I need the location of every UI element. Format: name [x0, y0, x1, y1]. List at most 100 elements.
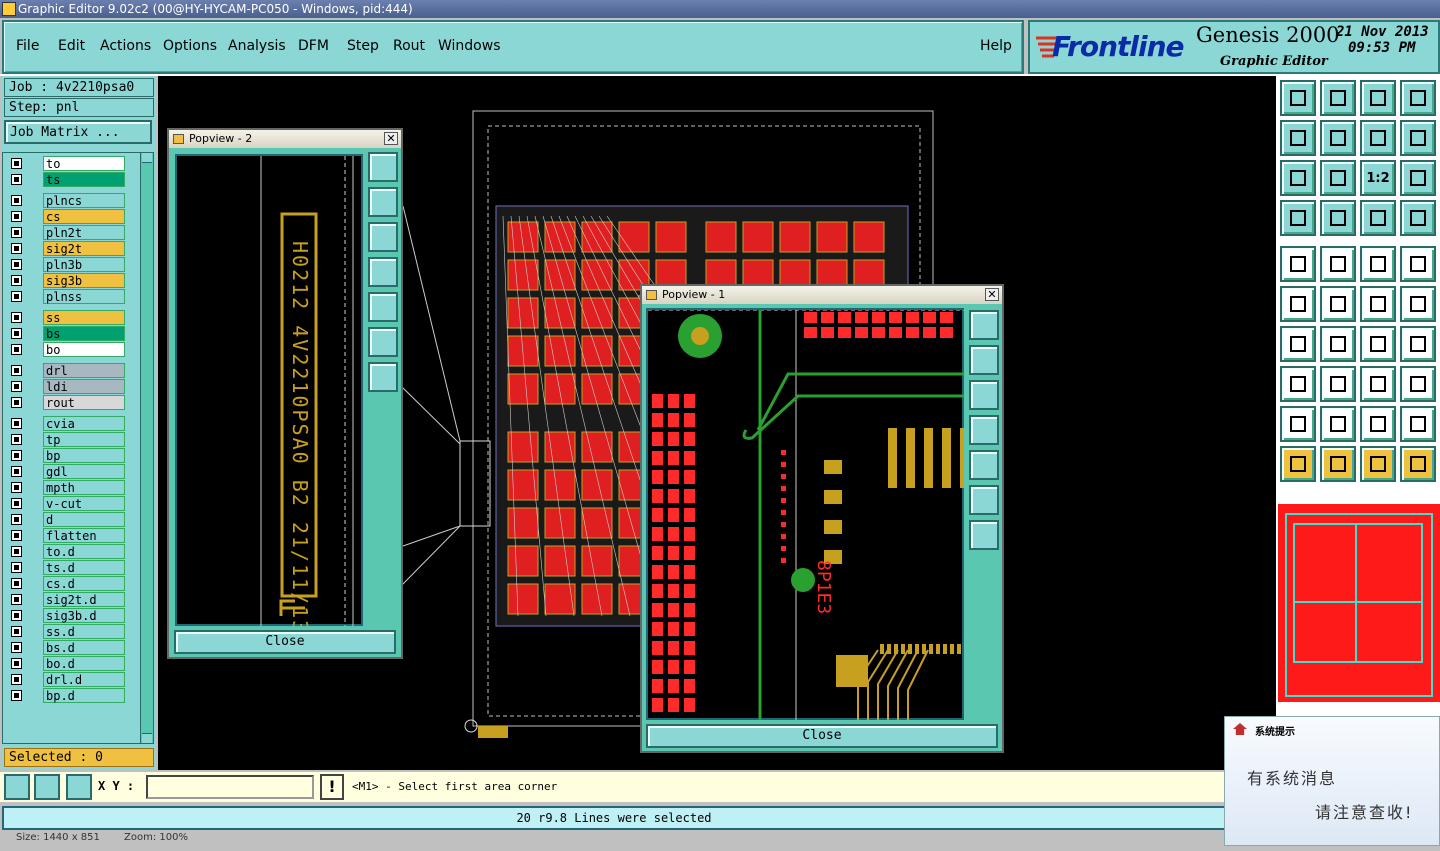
zoom-out-icon[interactable] [368, 362, 398, 392]
route-icon[interactable] [1400, 446, 1436, 482]
layer-checkbox[interactable] [11, 243, 22, 254]
snap-icon[interactable] [4, 774, 30, 800]
menu-options[interactable]: Options [163, 38, 217, 54]
help-icon[interactable] [1400, 160, 1436, 196]
layer-checkbox[interactable] [11, 195, 22, 206]
layer-name[interactable]: bo [43, 342, 125, 357]
pan-right-icon[interactable] [969, 450, 999, 480]
layer-checkbox[interactable] [11, 578, 22, 589]
load-layer-icon[interactable] [1320, 80, 1356, 116]
layer-row-bp[interactable]: bp [9, 448, 127, 463]
settings-icon[interactable] [1280, 200, 1316, 236]
pointer-icon[interactable] [1280, 446, 1316, 482]
layer-name[interactable]: plnss [43, 289, 125, 304]
pan-left-icon[interactable] [368, 257, 398, 287]
layer-row-cs[interactable]: cs [9, 209, 127, 224]
pad-icon[interactable] [1280, 246, 1316, 282]
layer-row-plnss[interactable]: plnss [9, 289, 127, 304]
arch-icon[interactable] [1360, 406, 1396, 442]
layer-name[interactable]: ss.d [43, 624, 125, 639]
layer-checkbox[interactable] [11, 328, 22, 339]
layer-name[interactable]: sig2t [43, 241, 125, 256]
layer-name[interactable]: ss [43, 310, 125, 325]
layer-checkbox[interactable] [11, 227, 22, 238]
pan-down-icon[interactable] [368, 222, 398, 252]
cross-icon[interactable] [1320, 286, 1356, 322]
job-matrix-button[interactable]: Job Matrix ... [4, 120, 152, 144]
layer-name[interactable]: sig3b.d [43, 608, 125, 623]
pan-left-icon[interactable] [1280, 120, 1316, 156]
layer-name[interactable]: cs.d [43, 576, 125, 591]
popview-2-view[interactable]: H0212 4V2210PSA0 B2 21/11/13 22:52 [175, 154, 363, 718]
save-layer-icon[interactable] [1280, 80, 1316, 116]
layer-checkbox[interactable] [11, 418, 22, 429]
layer-name[interactable]: cvia [43, 416, 125, 431]
grid-icon[interactable] [1320, 200, 1356, 236]
pan-left-icon[interactable] [969, 415, 999, 445]
layer-edit-icon[interactable] [1400, 200, 1436, 236]
layer-checkbox[interactable] [11, 642, 22, 653]
layer-name[interactable]: drl [43, 363, 125, 378]
layer-row-ts[interactable]: ts [9, 172, 127, 187]
layer-name[interactable]: plncs [43, 193, 125, 208]
close-icon[interactable]: ✕ [985, 288, 999, 301]
layer-row-ss[interactable]: ss [9, 310, 127, 325]
layer-name[interactable]: v-cut [43, 496, 125, 511]
pan-down-icon[interactable] [969, 380, 999, 410]
layer-name[interactable]: bo.d [43, 656, 125, 671]
layer-name[interactable]: bs.d [43, 640, 125, 655]
layer-checkbox[interactable] [11, 674, 22, 685]
layer-checkbox[interactable] [11, 291, 22, 302]
menu-step[interactable]: Step [347, 38, 379, 54]
menu-file[interactable]: File [16, 38, 39, 54]
zoom-home-icon[interactable] [368, 152, 398, 182]
zoom-in-icon[interactable] [969, 485, 999, 515]
layer-row-ldi[interactable]: ldi [9, 379, 127, 394]
shapes-icon[interactable] [1400, 366, 1436, 402]
layer-row-sig2t[interactable]: sig2t [9, 241, 127, 256]
menu-edit[interactable]: Edit [58, 38, 85, 54]
popview-1-titlebar[interactable]: Popview - 1 ✕ [642, 286, 1002, 304]
snap-icon[interactable] [1360, 286, 1396, 322]
layer-checkbox[interactable] [11, 658, 22, 669]
layer-name[interactable]: d [43, 512, 125, 527]
layer-row-sig3b[interactable]: sig3b [9, 273, 127, 288]
layer-row-pln3b[interactable]: pln3b [9, 257, 127, 272]
layer-checkbox[interactable] [11, 594, 22, 605]
layer-checkbox[interactable] [11, 397, 22, 408]
layer-checkbox[interactable] [11, 482, 22, 493]
connect-icon[interactable] [1280, 286, 1316, 322]
layer-checkbox[interactable] [11, 259, 22, 270]
layer-name[interactable]: tp [43, 432, 125, 447]
layer-checkbox[interactable] [11, 450, 22, 461]
layer-row-ts.d[interactable]: ts.d [9, 560, 127, 575]
popview-2-window[interactable]: Popview - 2 ✕ H0212 4V2210PSA0 B2 21/11/… [167, 128, 403, 718]
alert-icon[interactable]: ! [320, 774, 344, 800]
angle-icon[interactable] [1280, 326, 1316, 362]
layer-name[interactable]: ts.d [43, 560, 125, 575]
layer-row-tp[interactable]: tp [9, 432, 127, 447]
scroll-down-icon[interactable] [142, 733, 152, 743]
menu-help[interactable]: Help [980, 38, 1012, 54]
layer-name[interactable]: flatten [43, 528, 125, 543]
draw-line-icon[interactable] [1320, 326, 1356, 362]
arrow-icon[interactable] [1400, 286, 1436, 322]
home-view-icon[interactable] [1360, 80, 1396, 116]
popview-2-close-button[interactable]: Close [174, 630, 396, 654]
pan-right-icon[interactable] [368, 292, 398, 322]
menu-dfm[interactable]: DFM [298, 38, 329, 54]
arc-icon[interactable] [1320, 406, 1356, 442]
arch2-icon[interactable] [1400, 406, 1436, 442]
layer-checkbox[interactable] [11, 312, 22, 323]
layer-name[interactable]: drl.d [43, 672, 125, 687]
popview-1-view[interactable]: 8P1E3 [646, 308, 969, 720]
layer-row-d[interactable]: d [9, 512, 127, 527]
menu-actions[interactable]: Actions [100, 38, 151, 54]
layer-checkbox[interactable] [11, 275, 22, 286]
layer-checkbox[interactable] [11, 381, 22, 392]
layer-checkbox[interactable] [11, 610, 22, 621]
close-icon[interactable]: ✕ [384, 132, 398, 145]
layer-row-drl.d[interactable]: drl.d [9, 672, 127, 687]
layer-name[interactable]: bp.d [43, 688, 125, 703]
layer-row-bs.d[interactable]: bs.d [9, 640, 127, 655]
